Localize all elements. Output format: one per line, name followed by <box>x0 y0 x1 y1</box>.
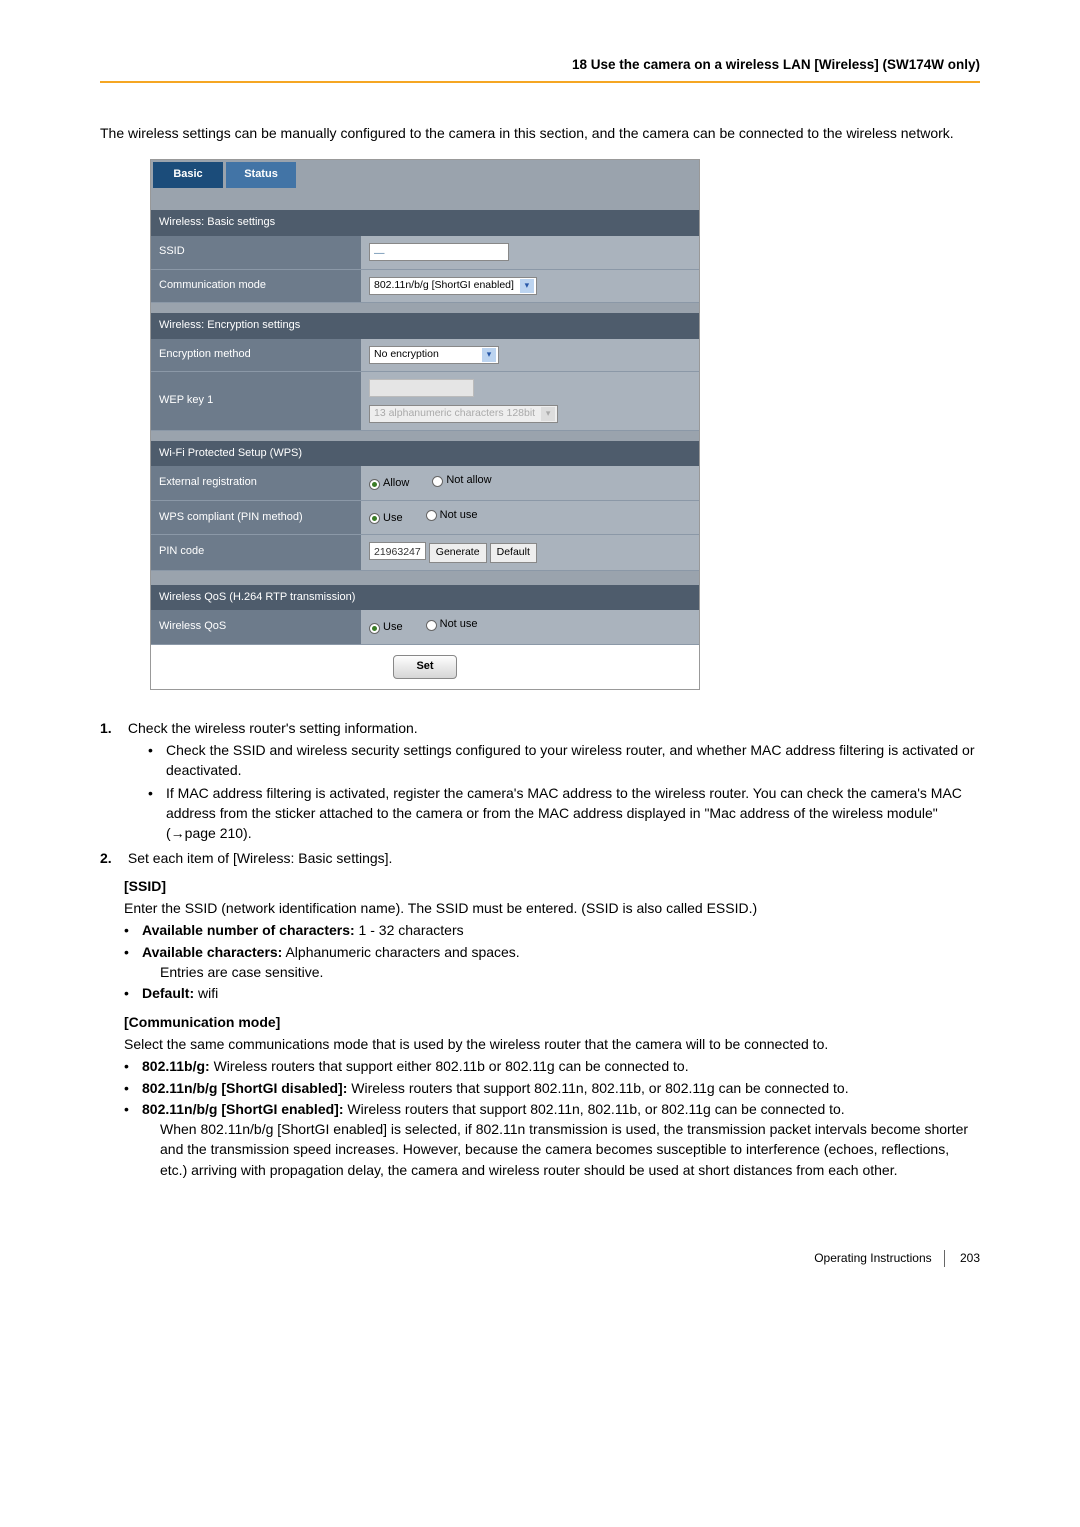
pin-code-input[interactable]: 21963247 <box>369 542 426 560</box>
comm-heading: [Communication mode] <box>124 1012 980 1032</box>
encryption-method-select[interactable]: No encryption ▾ <box>369 346 499 364</box>
radio-not-allow[interactable]: Not allow <box>432 473 491 489</box>
label-encryption-method: Encryption method <box>151 339 361 372</box>
label-pin-code: PIN code <box>151 535 361 570</box>
ssid-heading: [SSID] <box>124 876 980 896</box>
label-wep-key: WEP key 1 <box>151 371 361 430</box>
comm-mode-select[interactable]: 802.11n/b/g [ShortGI enabled] ▾ <box>369 277 537 295</box>
wep-key-select: 13 alphanumeric characters 128bit ▾ <box>369 405 558 423</box>
page-footer: Operating Instructions 203 <box>100 1250 980 1267</box>
ssid-desc: Enter the SSID (network identification n… <box>124 898 980 918</box>
step-1: Check the wireless router's setting info… <box>128 720 418 736</box>
radio-allow[interactable]: Allow <box>369 476 409 492</box>
footer-page: 203 <box>960 1251 980 1265</box>
generate-button[interactable]: Generate <box>429 543 487 562</box>
set-button[interactable]: Set <box>393 655 456 679</box>
wep-key-option: 13 alphanumeric characters 128bit <box>374 406 535 421</box>
ssid-bullet-3: Default: wifi <box>124 983 980 1003</box>
settings-panel: Basic Status Wireless: Basic settings SS… <box>150 159 700 690</box>
radio-qos-use[interactable]: Use <box>369 620 403 636</box>
section-wps: Wi-Fi Protected Setup (WPS) <box>151 441 699 467</box>
section-qos: Wireless QoS (H.264 RTP transmission) <box>151 585 699 611</box>
default-button[interactable]: Default <box>490 543 537 562</box>
ssid-bullet-2: Available characters: Alphanumeric chara… <box>124 942 980 983</box>
chevron-down-icon: ▾ <box>520 279 534 293</box>
label-ssid: SSID <box>151 236 361 269</box>
comm-desc: Select the same communications mode that… <box>124 1034 980 1054</box>
wep-key-input <box>369 379 474 397</box>
page-header: 18 Use the camera on a wireless LAN [Wir… <box>100 55 980 83</box>
chevron-down-icon: ▾ <box>482 348 496 362</box>
label-wps-pin: WPS compliant (PIN method) <box>151 500 361 534</box>
comm-mode-value: 802.11n/b/g [ShortGI enabled] <box>374 278 514 293</box>
comm-bullet-2: 802.11n/b/g [ShortGI disabled]: Wireless… <box>124 1078 980 1098</box>
ssid-bullet-1: Available number of characters: 1 - 32 c… <box>124 920 980 940</box>
comm-bullet-3: 802.11n/b/g [ShortGI enabled]: Wireless … <box>124 1099 980 1180</box>
footer-guide: Operating Instructions <box>814 1250 944 1267</box>
section-basic-settings: Wireless: Basic settings <box>151 210 699 236</box>
label-external-registration: External registration <box>151 466 361 500</box>
step-1-bullet-b: If MAC address filtering is activated, r… <box>148 783 980 844</box>
encryption-method-value: No encryption <box>374 347 439 362</box>
chevron-down-icon: ▾ <box>541 407 555 421</box>
steps-list: Check the wireless router's setting info… <box>100 718 980 868</box>
intro-paragraph: The wireless settings can be manually co… <box>100 123 980 143</box>
tabs-row: Basic Status <box>151 160 699 188</box>
section-encryption: Wireless: Encryption settings <box>151 313 699 339</box>
comm-bullet-1: 802.11b/g: Wireless routers that support… <box>124 1056 980 1076</box>
step-2: Set each item of [Wireless: Basic settin… <box>128 850 393 866</box>
tab-basic[interactable]: Basic <box>153 162 223 188</box>
tab-status[interactable]: Status <box>226 162 296 188</box>
radio-qos-not-use[interactable]: Not use <box>426 617 478 633</box>
label-wireless-qos: Wireless QoS <box>151 610 361 644</box>
radio-use[interactable]: Use <box>369 511 403 527</box>
ssid-input[interactable]: — <box>369 243 509 261</box>
radio-not-use[interactable]: Not use <box>426 508 478 524</box>
label-comm-mode: Communication mode <box>151 269 361 302</box>
step-1-bullet-a: Check the SSID and wireless security set… <box>148 740 980 781</box>
